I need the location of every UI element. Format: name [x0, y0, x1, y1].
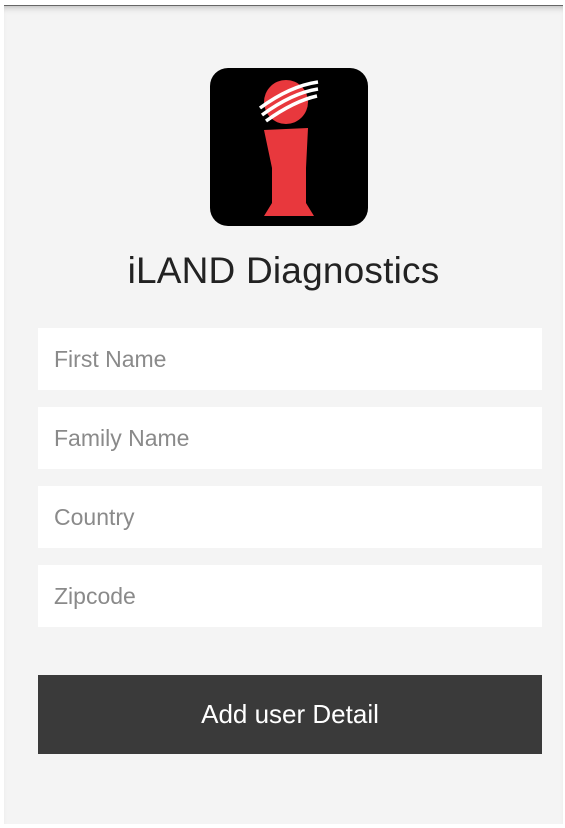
logo-graphic [258, 80, 319, 216]
family-name-field[interactable] [38, 407, 542, 469]
country-field[interactable] [38, 486, 542, 548]
zipcode-field[interactable] [38, 565, 542, 627]
first-name-input[interactable] [38, 328, 542, 390]
country-input[interactable] [38, 486, 542, 548]
family-name-input[interactable] [38, 407, 542, 469]
first-name-field[interactable] [38, 328, 542, 390]
app-title: iLAND Diagnostics [127, 250, 440, 291]
add-user-detail-button[interactable]: Add user Detail [38, 675, 542, 754]
app-screen: iLAND Diagnostics Add user Detail [4, 6, 563, 824]
zipcode-input[interactable] [38, 565, 542, 627]
iland-logo-icon [210, 68, 368, 226]
